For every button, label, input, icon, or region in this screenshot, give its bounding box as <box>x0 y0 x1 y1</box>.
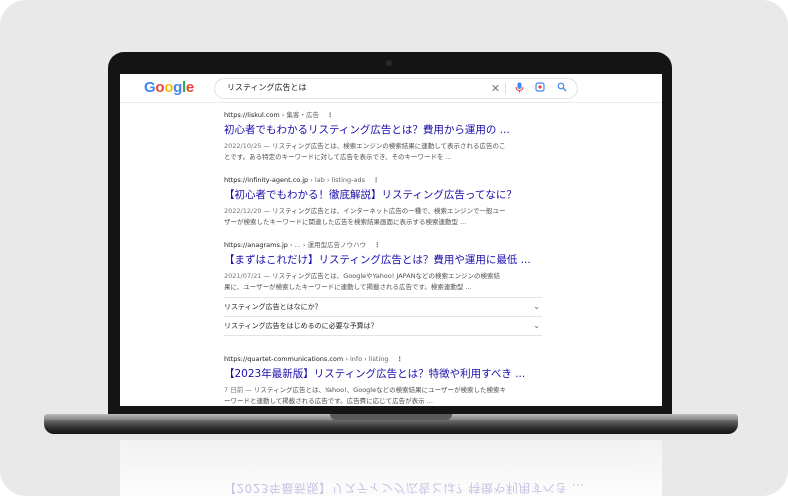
logo-letter: G <box>144 79 156 96</box>
result-url[interactable]: https://anagrams.jp › ... › 運用型広告ノウハウ ⋮ <box>224 240 542 250</box>
result-snippet: 7 日前 — リスティング広告とは、Yahoo!、Googleなどの検索結果にユ… <box>224 385 542 406</box>
url-breadcrumb: › ... › 運用型広告ノウハウ <box>289 241 367 249</box>
faq-item[interactable]: リスティング広告とはなにか？ ⌄ <box>224 298 542 317</box>
url-breadcrumb: › 集客・広告 <box>281 111 319 119</box>
search-result: https://quartet-communications.com › inf… <box>224 354 542 406</box>
more-options-icon[interactable]: ⋮ <box>397 355 404 363</box>
divider <box>505 83 506 94</box>
laptop-screen: Google リスティング広告とは ✕ https://liskul.com ›… <box>120 74 662 406</box>
url-host: https://liskul.com <box>224 111 280 119</box>
chevron-down-icon[interactable]: ⌄ <box>533 317 540 335</box>
search-box[interactable]: リスティング広告とは ✕ <box>214 78 578 99</box>
mic-icon[interactable] <box>513 82 526 95</box>
search-input[interactable]: リスティング広告とは <box>227 82 307 93</box>
search-results: https://liskul.com › 集客・広告 ⋮ 初心者でもわかるリスティ… <box>224 110 542 406</box>
result-title[interactable]: 【初心者でもわかる！徹底解説】リスティング広告ってなに？ <box>224 188 542 203</box>
reflection-text: 【2023年最新版】リスティング広告とは？特徴や利用すべき ... <box>224 481 585 495</box>
result-snippet: 2022/12/20 — リスティング広告とは、インターネット広告の一種で、検索… <box>224 206 542 228</box>
search-result: https://liskul.com › 集客・広告 ⋮ 初心者でもわかるリスティ… <box>224 110 542 163</box>
related-questions: リスティング広告とはなにか？ ⌄ リスティング広告をはじめるのに必要な予算は？ ⌄ <box>224 297 542 336</box>
result-title[interactable]: 【まずはこれだけ】リスティング広告とは？費用や運用に最低 ... <box>224 253 542 268</box>
faq-item[interactable]: リスティング広告をはじめるのに必要な予算は？ ⌄ <box>224 317 542 336</box>
result-date: 7 日前 <box>224 386 244 394</box>
snippet-line: — リスティング広告とは、検索エンジンの検索結果に連動して表示される広告のこ <box>261 142 506 150</box>
camera-icon <box>386 60 392 66</box>
snippet-line: ザーが検索したキーワードに関連した広告を検索結果画面に表示する検索連動型 ... <box>224 218 467 226</box>
faq-question: リスティング広告をはじめるのに必要な予算は？ <box>224 322 378 330</box>
logo-letter: o <box>164 79 174 96</box>
background: Google リスティング広告とは ✕ https://liskul.com ›… <box>0 0 788 496</box>
laptop-base <box>44 420 738 434</box>
snippet-line: — リスティング広告とは、インターネット広告の一種で、検索エンジンで一般ユー <box>261 207 506 215</box>
result-date: 2021/07/21 <box>224 272 262 280</box>
search-icon[interactable] <box>555 82 568 95</box>
result-snippet: 2022/10/25 — リスティング広告とは、検索エンジンの検索結果に連動して… <box>224 141 542 163</box>
result-url[interactable]: https://liskul.com › 集客・広告 ⋮ <box>224 110 542 120</box>
lens-icon[interactable] <box>533 82 546 95</box>
chevron-down-icon[interactable]: ⌄ <box>533 298 540 316</box>
more-options-icon[interactable]: ⋮ <box>373 176 380 184</box>
snippet-line: とです。ある特定のキーワードに対して広告を表示でき、そのキーワードを ... <box>224 153 452 161</box>
logo-letter: g <box>173 79 182 96</box>
result-date: 2022/10/25 <box>224 142 262 150</box>
url-host: https://anagrams.jp <box>224 241 288 249</box>
snippet-line: — リスティング広告とは、Yahoo!、Googleなどの検索結果にユーザーが検… <box>243 386 506 394</box>
snippet-line: 果に、ユーザーが検索したキーワードに連動して掲載される広告です。検索連動型 ..… <box>224 283 472 291</box>
close-icon[interactable]: ✕ <box>489 82 502 95</box>
result-url[interactable]: https://quartet-communications.com › inf… <box>224 354 542 364</box>
faq-question: リスティング広告とはなにか？ <box>224 303 322 311</box>
result-title[interactable]: 初心者でもわかるリスティング広告とは？費用から運用の ... <box>224 123 542 138</box>
logo-letter: e <box>185 79 194 96</box>
logo-letter: o <box>155 79 165 96</box>
url-host: https://quartet-communications.com <box>224 355 344 363</box>
result-url[interactable]: https://infinity-agent.co.jp › lab › lis… <box>224 175 542 185</box>
result-snippet: 2021/07/21 — リスティング広告とは、GoogleやYahoo! JA… <box>224 271 542 293</box>
url-host: https://infinity-agent.co.jp <box>224 176 309 184</box>
snippet-line: ーワードと連動して掲載される広告です。広告費に応じて広告が表示 ... <box>224 397 433 405</box>
search-result: https://infinity-agent.co.jp › lab › lis… <box>224 175 542 228</box>
result-title[interactable]: 【2023年最新版】リスティング広告とは？特徴や利用すべき ... <box>224 367 542 382</box>
screen-reflection: 【2023年最新版】リスティング広告とは？特徴や利用すべき ... <box>120 440 662 496</box>
more-options-icon[interactable]: ⋮ <box>374 241 381 249</box>
url-breadcrumb: › info › listing <box>345 355 389 363</box>
result-date: 2022/12/20 <box>224 207 262 215</box>
search-result: https://anagrams.jp › ... › 運用型広告ノウハウ ⋮ 【… <box>224 240 542 336</box>
snippet-line: — リスティング広告とは、GoogleやYahoo! JAPANなどの検索エンジ… <box>261 272 500 280</box>
more-options-icon[interactable]: ⋮ <box>327 111 334 119</box>
google-logo[interactable]: Google <box>144 79 194 96</box>
search-header: Google リスティング広告とは ✕ <box>120 74 662 103</box>
url-breadcrumb: › lab › listing-ads <box>310 176 365 184</box>
